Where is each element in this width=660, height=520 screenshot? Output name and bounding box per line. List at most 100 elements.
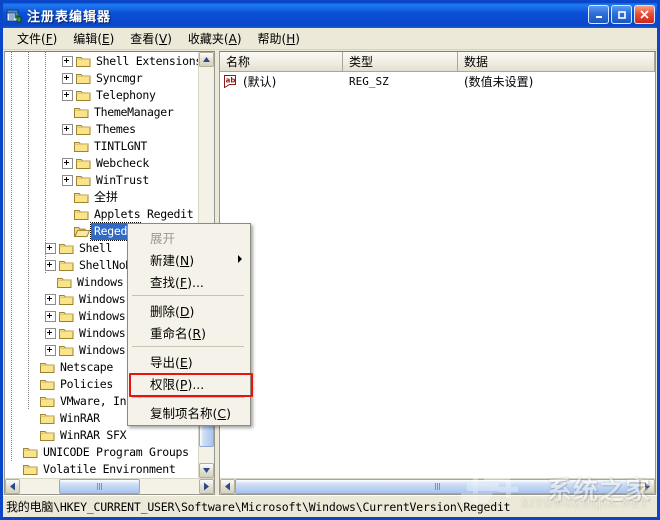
expand-plus-icon[interactable] <box>62 90 73 101</box>
tree-item-winrar-sfx[interactable]: WinRAR SFX <box>28 427 127 444</box>
expand-plus-icon[interactable] <box>45 328 56 339</box>
context-menu[interactable]: 展开 新建(N) 查找(F)... 删除(D) 重命名(R) 导出(E) 权限(P)... 复… <box>127 223 251 426</box>
minimize-button[interactable] <box>588 5 609 24</box>
tree-item-unicode-program-groups[interactable]: UNICODE Program Groups <box>11 444 189 461</box>
maximize-button[interactable] <box>611 5 632 24</box>
value-row[interactable]: ab (默认) REG_SZ (数值未设置) <box>220 72 655 90</box>
value-type-cell: REG_SZ <box>349 74 389 88</box>
scroll-left-arrow[interactable] <box>220 479 235 494</box>
context-menu-item-重命名[interactable]: 重命名(R) <box>128 321 250 343</box>
menu-help[interactable]: 帮助(H) <box>250 28 308 49</box>
tree-item-vmware-inc[interactable]: VMware, Inc. <box>28 393 140 410</box>
tree-item-syncmgr[interactable]: Syncmgr <box>62 70 143 87</box>
folder-icon <box>40 429 56 442</box>
expand-plus-icon[interactable] <box>45 243 56 254</box>
folder-icon <box>74 208 90 221</box>
tree-item-label: Netscape <box>60 360 113 374</box>
context-menu-item-展开: 展开 <box>128 226 250 248</box>
expand-plus-icon[interactable] <box>62 158 73 169</box>
list-hscroll-thumb[interactable] <box>235 479 640 494</box>
tree-item-thememanager[interactable]: ThemeManager <box>62 104 174 121</box>
folder-icon <box>40 378 56 391</box>
tree-item-[interactable]: 全拼 <box>62 189 118 206</box>
tree-item-themes[interactable]: Themes <box>62 121 136 138</box>
path-prefix: 我的电脑 <box>6 500 54 514</box>
tree-item-tintlgnt[interactable]: TINTLGNT <box>62 138 147 155</box>
scroll-grip <box>96 483 103 490</box>
expand-plus-icon[interactable] <box>45 294 56 305</box>
menu-help-label: 帮助 <box>257 32 282 46</box>
scroll-left-arrow[interactable] <box>5 479 20 494</box>
context-menu-item-label: 删除(D) <box>150 303 195 319</box>
column-header-type[interactable]: 类型 <box>343 52 458 71</box>
context-menu-item-导出[interactable]: 导出(E) <box>128 350 250 372</box>
tree-item-applets-regedit[interactable]: Applets Regedit <box>62 206 194 223</box>
folder-icon <box>59 293 75 306</box>
context-menu-item-label: 权限(P)... <box>150 376 205 392</box>
values-list[interactable]: ab (默认) REG_SZ (数值未设置) <box>220 72 655 478</box>
scroll-down-arrow[interactable] <box>199 463 214 478</box>
tree-item-label: WinTrust <box>96 173 149 187</box>
svg-text:ab: ab <box>226 76 236 84</box>
tree-item-telephony[interactable]: Telephony <box>62 87 156 104</box>
tree-item-label: UNICODE Program Groups <box>43 445 189 459</box>
column-header-name[interactable]: 名称 <box>220 52 343 71</box>
context-menu-item-label: 重命名(R) <box>150 325 206 341</box>
folder-icon <box>74 106 90 119</box>
context-menu-item-新建[interactable]: 新建(N) <box>128 248 250 270</box>
menu-view-accel: V <box>158 32 168 46</box>
scroll-right-arrow[interactable] <box>640 479 655 494</box>
menu-view[interactable]: 查看(V) <box>122 28 180 49</box>
list-horizontal-scrollbar[interactable] <box>220 478 655 494</box>
tree-item-label: ThemeManager <box>94 105 174 119</box>
tree-item-volatile-environment[interactable]: Volatile Environment <box>11 461 176 478</box>
expand-plus-icon[interactable] <box>45 311 56 322</box>
context-menu-item-查找[interactable]: 查找(F)... <box>128 270 250 292</box>
menu-file[interactable]: 文件(F) <box>9 28 65 49</box>
menu-favorites[interactable]: 收藏夹(A) <box>180 28 250 49</box>
tree-hscroll-track[interactable] <box>20 479 199 494</box>
tree-item-shell[interactable]: Shell <box>45 240 112 257</box>
close-button[interactable] <box>634 5 655 24</box>
tree-item-wintrust[interactable]: WinTrust <box>62 172 149 189</box>
list-hscroll-track[interactable] <box>235 479 640 494</box>
folder-icon <box>76 123 92 136</box>
scroll-up-arrow[interactable] <box>199 52 214 67</box>
tree-item-label: Shell Extensions <box>96 54 198 68</box>
title-bar[interactable]: 注册表编辑器 <box>3 3 657 28</box>
expand-plus-icon[interactable] <box>45 345 56 356</box>
submenu-arrow-icon <box>238 255 242 263</box>
expand-plus-icon[interactable] <box>62 73 73 84</box>
folder-icon <box>59 327 75 340</box>
context-menu-item-复制项名称[interactable]: 复制项名称(C) <box>128 401 250 423</box>
expand-plus-icon[interactable] <box>62 56 73 67</box>
context-menu-item-删除[interactable]: 删除(D) <box>128 299 250 321</box>
values-column-header[interactable]: 名称 类型 数据 <box>220 52 655 72</box>
tree-item-label: Policies <box>60 377 113 391</box>
context-menu-item-权限[interactable]: 权限(P)... <box>128 372 250 394</box>
expand-plus-icon[interactable] <box>62 175 73 186</box>
folder-icon <box>74 191 90 204</box>
menu-help-accel: H <box>286 32 296 46</box>
menu-edit[interactable]: 编辑(E) <box>65 28 122 49</box>
menu-favorites-accel: A <box>228 32 237 46</box>
tree-hscroll-thumb[interactable] <box>59 479 140 494</box>
status-bar: 我的电脑\HKEY_CURRENT_USER\Software\Microsof… <box>3 495 657 517</box>
column-header-data[interactable]: 数据 <box>458 52 655 71</box>
tree-item-shell-extensions[interactable]: Shell Extensions <box>62 53 198 70</box>
tree-horizontal-scrollbar[interactable] <box>5 478 214 494</box>
scroll-right-arrow[interactable] <box>199 479 214 494</box>
tree-item-policies[interactable]: Policies <box>28 376 113 393</box>
tree-item-webcheck[interactable]: Webcheck <box>62 155 149 172</box>
expand-plus-icon[interactable] <box>45 260 56 271</box>
content-area: Shell Extensions Syncmgr Telephony ThemeMan… <box>3 50 657 495</box>
expand-plus-icon[interactable] <box>62 124 73 135</box>
tree-item-netscape[interactable]: Netscape <box>28 359 113 376</box>
tree-item-winrar[interactable]: WinRAR <box>28 410 100 427</box>
